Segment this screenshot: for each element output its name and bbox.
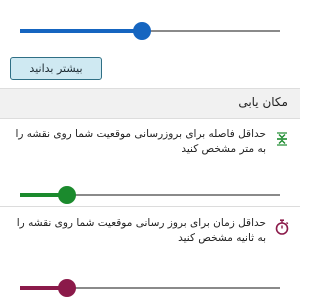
slider-thumb[interactable]	[57, 186, 76, 204]
slider-thumb[interactable]	[133, 22, 152, 40]
distance-setting-description: حداقل فاصله برای بروزرسانی موقعیت شما رو…	[15, 128, 266, 155]
stopwatch-icon	[274, 219, 290, 235]
divider	[0, 206, 300, 207]
distance-arrows-icon	[274, 131, 290, 147]
slider-fill	[20, 29, 143, 33]
learn-more-button[interactable]: بیشتر بدانید	[10, 57, 102, 80]
time-slider[interactable]	[0, 276, 300, 300]
location-section-header: مکان یابی	[0, 88, 300, 119]
time-setting-description: حداقل زمان برای بروز رسانی موقعیت شما رو…	[16, 217, 266, 244]
distance-slider[interactable]	[0, 183, 300, 207]
section-title: مکان یابی	[238, 95, 288, 109]
top-slider[interactable]	[0, 19, 300, 43]
slider-thumb[interactable]	[57, 279, 76, 297]
